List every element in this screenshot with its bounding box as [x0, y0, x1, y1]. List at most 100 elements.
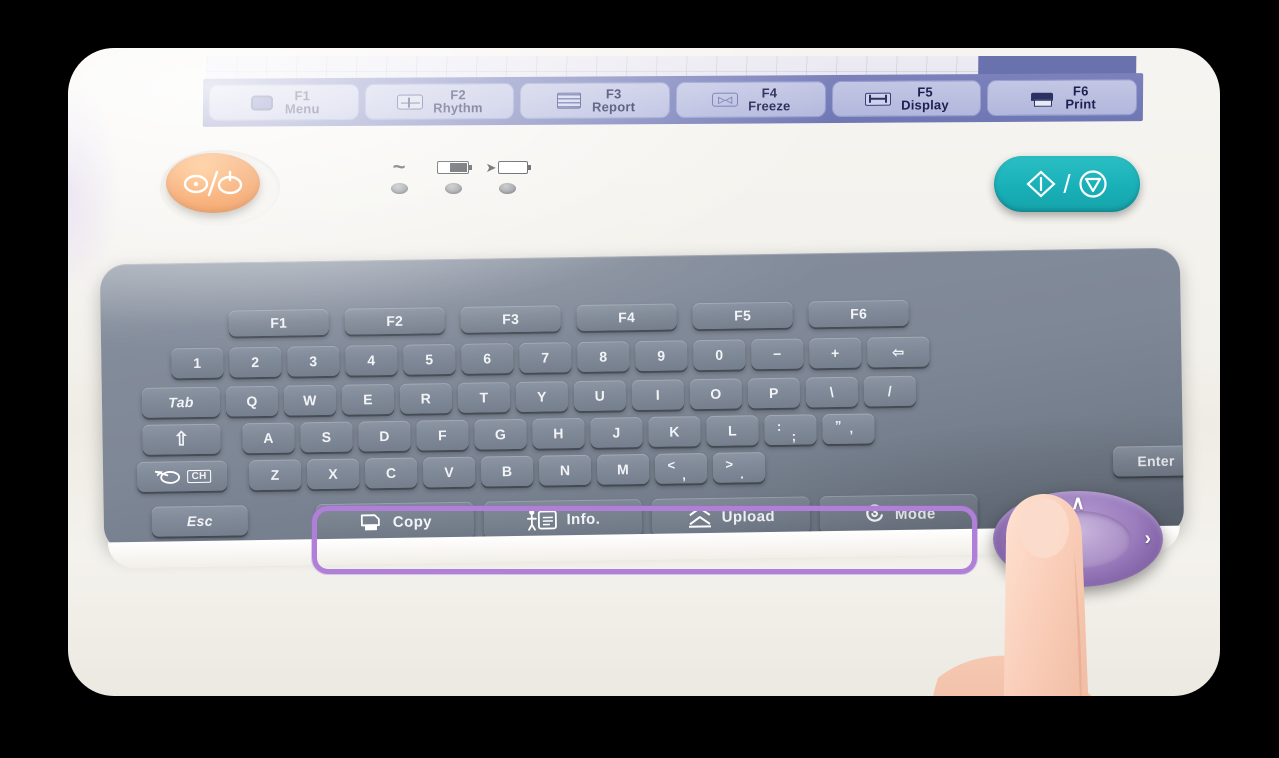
- key-2[interactable]: 2: [229, 346, 282, 378]
- key-key[interactable]: \: [805, 376, 859, 408]
- key-o[interactable]: O: [689, 378, 743, 410]
- key-lead-select[interactable]: CH: [136, 460, 228, 492]
- key-6[interactable]: 6: [461, 343, 514, 374]
- key-b[interactable]: B: [480, 455, 534, 487]
- lead-select-icon: [155, 470, 181, 484]
- key-w[interactable]: W: [283, 384, 337, 416]
- softfn-info-label: Info.: [566, 510, 601, 528]
- key-3[interactable]: 3: [287, 345, 340, 377]
- key-f1-label: F1: [270, 314, 288, 331]
- key-y[interactable]: Y: [515, 381, 569, 412]
- key-c[interactable]: C: [364, 457, 418, 489]
- key-v[interactable]: V: [422, 456, 476, 488]
- key-key[interactable]: >.: [712, 452, 766, 483]
- key-backspace[interactable]: ⇦: [867, 336, 930, 368]
- key-l[interactable]: L: [706, 415, 759, 446]
- key-k-label: K: [669, 423, 680, 440]
- key-f3-label: F3: [502, 310, 520, 328]
- key-key[interactable]: +: [809, 337, 862, 369]
- key-j[interactable]: J: [590, 416, 643, 448]
- key-c-label: C: [385, 464, 397, 482]
- key-b-label: B: [501, 463, 513, 480]
- key-u[interactable]: U: [573, 380, 627, 412]
- key-k[interactable]: K: [648, 416, 701, 447]
- key-t-label: T: [479, 389, 489, 406]
- key-m-label: M: [616, 461, 630, 478]
- softkey-f2-rhythm[interactable]: F2 Rhythm: [364, 82, 515, 120]
- key-p[interactable]: P: [747, 377, 801, 409]
- key-r[interactable]: R: [399, 382, 453, 414]
- key-key-label: −: [772, 345, 782, 362]
- key-4-label: 4: [367, 352, 376, 369]
- key-f2[interactable]: F2: [344, 307, 445, 335]
- key-s[interactable]: S: [300, 421, 353, 453]
- key-a[interactable]: A: [242, 422, 295, 454]
- softkey-f6-print[interactable]: F6 Print: [987, 79, 1138, 117]
- key-g-label: G: [494, 426, 507, 443]
- key-f6[interactable]: F6: [808, 299, 909, 328]
- key-d[interactable]: D: [358, 420, 411, 452]
- key-f5[interactable]: F5: [692, 301, 793, 330]
- key-0-label: 0: [715, 346, 724, 363]
- key-i[interactable]: I: [631, 379, 685, 411]
- backspace-icon: ⇦: [892, 343, 905, 360]
- key-z-label: Z: [270, 466, 280, 483]
- key-q[interactable]: Q: [225, 385, 279, 417]
- key-t[interactable]: T: [457, 382, 511, 413]
- key-f1[interactable]: F1: [228, 308, 329, 337]
- key-x-label: X: [328, 465, 339, 482]
- key-0[interactable]: 0: [693, 339, 746, 371]
- dpad-right-icon[interactable]: ›: [1145, 530, 1151, 549]
- key-7[interactable]: 7: [519, 342, 572, 373]
- key-key[interactable]: <,: [654, 452, 708, 484]
- key-f[interactable]: F: [416, 419, 469, 451]
- key-m[interactable]: M: [596, 453, 650, 485]
- key-f6-label: F6: [850, 305, 868, 322]
- key-5[interactable]: 5: [403, 343, 456, 375]
- key-f3[interactable]: F3: [460, 305, 561, 333]
- key-enter[interactable]: Enter: [1112, 445, 1185, 477]
- key-tab[interactable]: Tab: [141, 386, 221, 418]
- key-h[interactable]: H: [532, 417, 585, 449]
- key-upper-legend: <: [667, 457, 676, 473]
- softfn-copy-label: Copy: [392, 512, 433, 531]
- key-key[interactable]: −: [751, 338, 804, 370]
- softkey-f4-freeze[interactable]: ▷◁ F4 Freeze: [675, 81, 826, 118]
- charging-indicator: ➤: [484, 156, 532, 194]
- key-1[interactable]: 1: [171, 347, 224, 379]
- key-9[interactable]: 9: [635, 340, 688, 372]
- start-stop-button[interactable]: /: [994, 156, 1140, 212]
- key-4[interactable]: 4: [345, 344, 398, 376]
- key-esc[interactable]: Esc: [151, 505, 249, 537]
- key-x[interactable]: X: [306, 458, 360, 490]
- status-indicator-group: ~ ➤: [368, 156, 538, 218]
- key-n[interactable]: N: [538, 454, 592, 486]
- key-f5-label: F5: [734, 307, 752, 324]
- key-g[interactable]: G: [474, 418, 527, 450]
- power-button[interactable]: [166, 153, 260, 213]
- key-a-label: A: [263, 429, 274, 446]
- printer-icon: [1028, 88, 1056, 107]
- key-shift[interactable]: ⇧: [142, 423, 221, 455]
- dpad-center-button[interactable]: [1025, 511, 1131, 568]
- key-key[interactable]: ”’: [822, 413, 875, 445]
- softkey-f3-report[interactable]: F3 Report: [520, 82, 671, 119]
- key-lower-legend: .: [740, 466, 745, 482]
- key-f4[interactable]: F4: [576, 303, 677, 332]
- softkey-f5-display[interactable]: F5 Display: [831, 80, 982, 118]
- key-v-label: V: [444, 463, 455, 481]
- softkey-f1-menu[interactable]: F1 Menu: [208, 83, 359, 121]
- key-8[interactable]: 8: [577, 341, 630, 373]
- ac-mains-icon: ~: [392, 154, 406, 179]
- dpad-up-icon[interactable]: ∧: [1071, 494, 1085, 513]
- key-e[interactable]: E: [341, 383, 395, 415]
- dpad-left-icon[interactable]: ‹: [1005, 530, 1011, 549]
- navigation-dpad[interactable]: ∧ ∨ ‹ ›: [993, 491, 1163, 587]
- key-q-label: Q: [246, 393, 258, 410]
- key-w-label: W: [303, 392, 317, 409]
- dpad-down-icon[interactable]: ∨: [1071, 565, 1085, 584]
- key-key[interactable]: /: [863, 375, 917, 407]
- waveform-rhythm-icon: [396, 92, 424, 111]
- key-key[interactable]: :;: [764, 414, 817, 446]
- key-z[interactable]: Z: [248, 459, 302, 491]
